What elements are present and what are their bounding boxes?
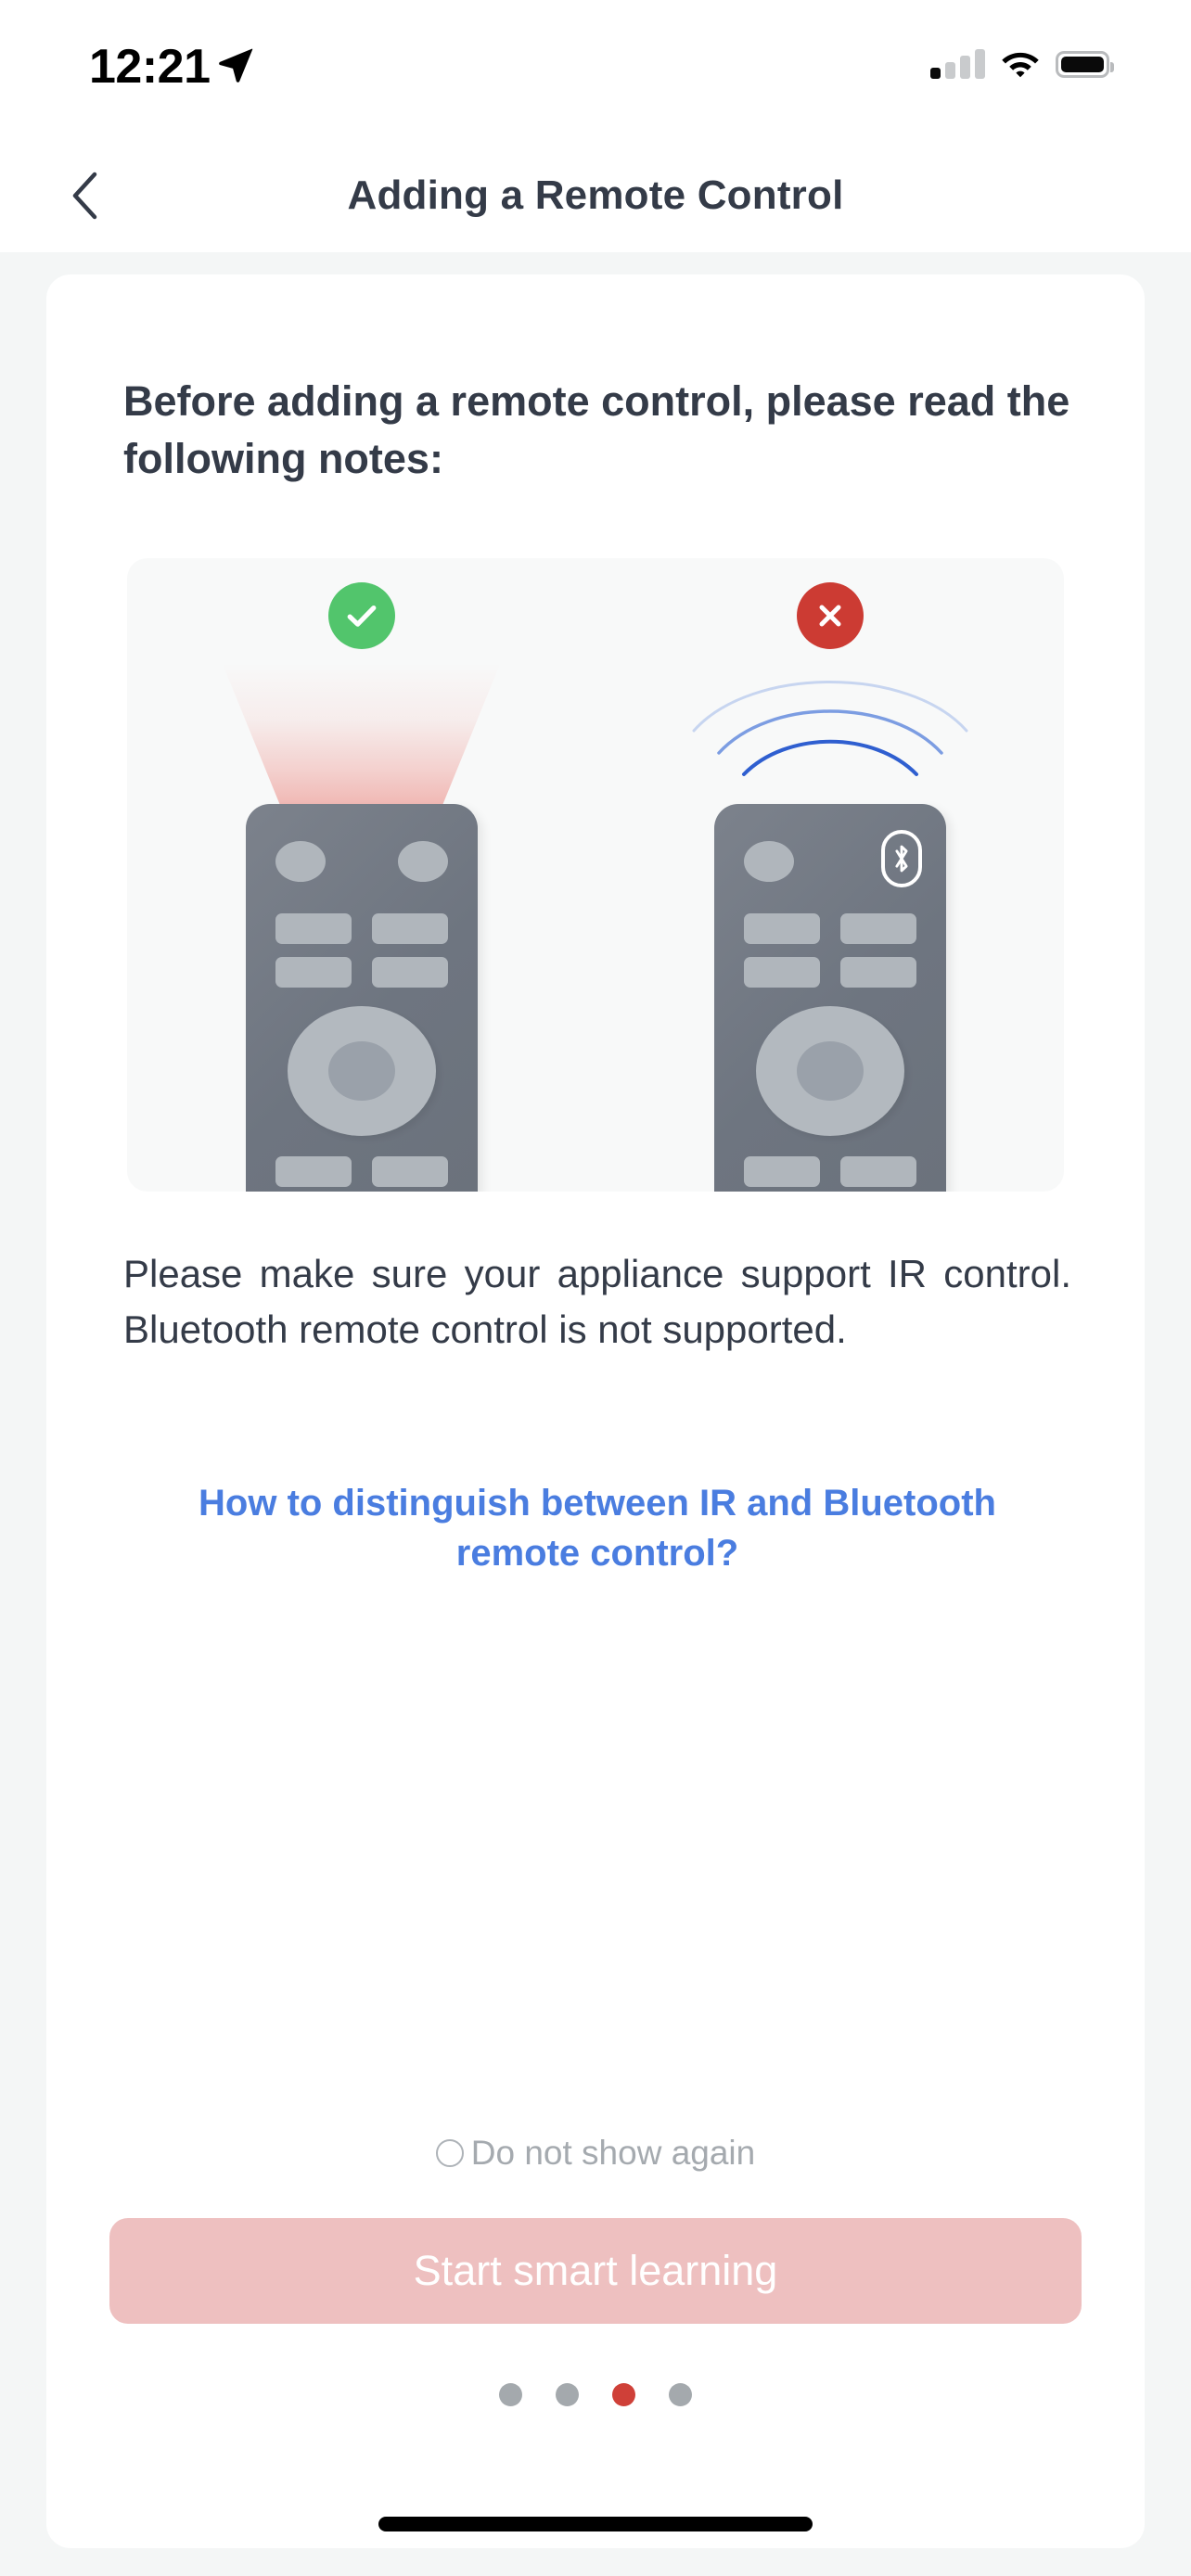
bluetooth-remote-graphic — [713, 804, 946, 1192]
check-circle-icon — [327, 582, 395, 649]
bluetooth-icon — [880, 830, 922, 887]
remote-dpad — [755, 1006, 904, 1136]
phone-screen: 12:21 Adding a Remote Control Before add — [0, 0, 1191, 2576]
ir-remote-panel — [127, 558, 596, 1192]
remote-key — [743, 913, 820, 944]
remote-power-button — [743, 841, 794, 882]
do-not-show-again-label: Do not show again — [470, 2134, 756, 2172]
remote-key — [371, 957, 448, 988]
remote-key — [371, 1156, 448, 1187]
remote-key — [839, 957, 916, 988]
notes-heading: Before adding a remote control, please r… — [123, 377, 1070, 482]
start-smart-learning-button[interactable]: Start smart learning — [109, 2218, 1082, 2324]
nav-bar: Adding a Remote Control — [0, 139, 1191, 252]
remote-key — [275, 913, 352, 944]
remote-key — [371, 913, 448, 944]
notes-body-text: Please make sure your appliance support … — [123, 1252, 1071, 1352]
remote-comparison-illustration — [127, 558, 1064, 1192]
location-arrow-icon — [219, 48, 253, 83]
remote-key — [275, 957, 352, 988]
status-bar-indicators — [930, 43, 1114, 85]
remote-key — [743, 1156, 820, 1187]
page-dot-active[interactable] — [612, 2383, 635, 2406]
status-bar: 12:21 — [0, 0, 1191, 139]
home-indicator[interactable] — [378, 2517, 813, 2531]
remote-key — [743, 957, 820, 988]
page-dot[interactable] — [669, 2383, 692, 2406]
ir-beam-graphic — [222, 663, 501, 813]
do-not-show-again-row[interactable]: Do not show again — [46, 2134, 1145, 2173]
page-indicator — [46, 2383, 1145, 2406]
distinguish-ir-bluetooth-link[interactable]: How to distinguish between IR and Blueto… — [176, 1478, 1018, 1579]
page-dot[interactable] — [556, 2383, 579, 2406]
battery-full-icon — [1056, 50, 1114, 78]
status-bar-time: 12:21 — [89, 40, 211, 94]
remote-dpad — [287, 1006, 436, 1136]
do-not-show-again-radio[interactable] — [435, 2139, 464, 2167]
cellular-signal-icon — [930, 49, 985, 79]
wifi-icon — [1002, 52, 1039, 78]
remote-key — [839, 1156, 916, 1187]
page-title: Adding a Remote Control — [347, 172, 844, 218]
remote-key — [839, 913, 916, 944]
remote-source-button — [397, 841, 448, 882]
bluetooth-waves-graphic — [692, 681, 967, 776]
remote-key — [275, 1156, 352, 1187]
content-card: Before adding a remote control, please r… — [46, 274, 1145, 2548]
x-circle-icon — [796, 582, 864, 649]
page-dot[interactable] — [499, 2383, 522, 2406]
bluetooth-remote-panel — [596, 558, 1064, 1192]
ir-remote-graphic — [245, 804, 478, 1192]
remote-power-button — [275, 841, 326, 882]
